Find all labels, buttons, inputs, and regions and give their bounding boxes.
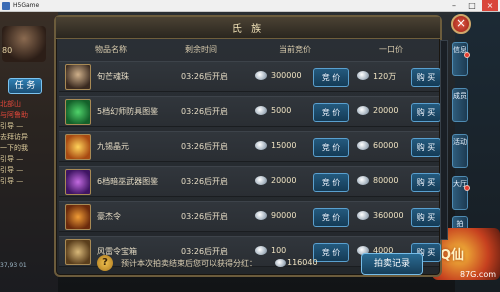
buy-button[interactable]: 购 买 — [411, 103, 441, 122]
silver-coin-icon — [357, 176, 369, 185]
current-bid: 300000 — [271, 71, 302, 80]
quest-entry[interactable]: 引导 — — [0, 166, 44, 175]
window-close-icon[interactable]: × — [482, 0, 498, 11]
clan-auction-dialog: 氏 族 物品名称 剩余时间 当前竞价 一口价 旬芒魂珠 03:26后开启 30000… — [54, 15, 442, 277]
player-level: 80 — [2, 46, 13, 55]
buy-button[interactable]: 购 买 — [411, 68, 441, 87]
table-header: 物品名称 剩余时间 当前竞价 一口价 — [59, 39, 439, 61]
side-tab[interactable]: 大厅 — [452, 176, 468, 210]
header-buyout: 一口价 — [379, 45, 403, 54]
portrait-icon[interactable] — [65, 64, 91, 90]
remaining-time: 03:26后开启 — [181, 142, 229, 151]
site-watermark: 87G.com — [460, 270, 497, 279]
buyout-price: 80000 — [373, 176, 399, 185]
silver-coin-icon — [357, 141, 369, 150]
silver-coin-icon — [255, 141, 267, 150]
crystal-icon[interactable] — [65, 134, 91, 160]
player-avatar[interactable] — [2, 26, 46, 62]
bid-button[interactable]: 竞 价 — [313, 103, 349, 122]
game-window: H5Game – □ × 80 任 务 北部山 与阿鲁助 引导 — 去拜访异 一下的我引… — [0, 0, 500, 292]
task-button[interactable]: 任 务 — [8, 78, 42, 94]
silver-coin-icon — [255, 71, 267, 80]
silver-coin-icon — [357, 71, 369, 80]
quest-entry[interactable]: 一下的我 — [0, 144, 44, 153]
remaining-time: 03:26后开启 — [181, 107, 229, 116]
silver-coin-icon — [255, 176, 267, 185]
maximize-icon[interactable]: □ — [464, 0, 480, 11]
table-row: 豪杰令 03:26后开启 90000 竞 价 360000 购 买 — [59, 201, 441, 232]
quest-entry[interactable]: 引导 — — [0, 155, 44, 164]
bid-button[interactable]: 竞 价 — [313, 138, 349, 157]
auction-records-button[interactable]: 拍卖记录 — [361, 253, 423, 275]
side-tab[interactable]: 活动 — [452, 134, 468, 168]
quest-entry[interactable]: 北部山 — [0, 100, 44, 109]
silver-coin-icon — [357, 106, 369, 115]
window-titlebar: H5Game – □ × — [0, 0, 500, 12]
weapon-book-icon[interactable] — [65, 169, 91, 195]
header-item-name: 物品名称 — [95, 45, 127, 54]
dialog-close-icon[interactable]: × — [451, 14, 471, 34]
item-name: 豪杰令 — [97, 212, 121, 221]
current-bid: 5000 — [271, 106, 292, 115]
armor-book-icon[interactable] — [65, 99, 91, 125]
app-icon — [2, 2, 10, 10]
current-bid: 90000 — [271, 211, 297, 220]
silver-coin-icon — [275, 259, 286, 267]
table-row: 6档暗巫武器图鉴 03:26后开启 20000 竞 价 80000 购 买 — [59, 166, 441, 197]
dialog-header: 氏 族 — [56, 17, 440, 39]
bid-button[interactable]: 竞 价 — [313, 68, 349, 87]
remaining-time: 03:26后开启 — [181, 212, 229, 221]
buy-button[interactable]: 购 买 — [411, 208, 441, 227]
notification-dot — [464, 52, 470, 58]
help-icon[interactable]: ? — [97, 255, 113, 271]
quest-entry[interactable]: 去拜访异 — [0, 133, 44, 142]
dividend-label: 预计本次拍卖结束后您可以获得分红： — [121, 259, 257, 268]
dialog-scrollbar[interactable] — [440, 40, 448, 240]
token-icon[interactable] — [65, 204, 91, 230]
buyout-price: 60000 — [373, 141, 399, 150]
silver-coin-icon — [255, 106, 267, 115]
side-tab[interactable]: 成员 — [452, 88, 468, 122]
silver-coin-icon — [357, 211, 369, 220]
buy-button[interactable]: 购 买 — [411, 138, 441, 157]
left-hud: 80 任 务 北部山 与阿鲁助 引导 — 去拜访异 一下的我 引导 — 引导 — 引导 — 3… — [0, 12, 58, 292]
window-title: H5Game — [13, 2, 40, 9]
dialog-footer: ? 预计本次拍卖结束后您可以获得分红： 116040 拍卖记录 — [59, 252, 439, 276]
table-row: 九锡晶元 03:26后开启 15000 竞 价 60000 购 买 — [59, 131, 441, 162]
side-tab[interactable]: 信息 — [452, 42, 468, 76]
quest-entry[interactable]: 引导 — — [0, 122, 44, 131]
quest-entry[interactable]: 引导 — — [0, 177, 44, 186]
current-bid: 15000 — [271, 141, 297, 150]
silver-coin-icon — [255, 211, 267, 220]
table-row: 旬芒魂珠 03:26后开启 300000 竞 价 120万 购 买 — [59, 61, 441, 92]
buyout-price: 360000 — [373, 211, 404, 220]
buyout-price: 120万 — [373, 72, 397, 81]
item-name: 旬芒魂珠 — [97, 72, 129, 81]
buy-button[interactable]: 购 买 — [411, 173, 441, 192]
notification-dot — [464, 185, 470, 191]
game-logo-text: Q仙 — [440, 248, 465, 263]
quest-entry[interactable]: 与阿鲁助 — [0, 111, 44, 120]
bid-button[interactable]: 竞 价 — [313, 173, 349, 192]
window-controls: – □ × — [446, 0, 498, 12]
header-current-bid: 当前竞价 — [279, 45, 311, 54]
minimize-icon[interactable]: – — [446, 0, 462, 11]
dialog-title: 氏 族 — [231, 24, 265, 35]
item-name: 九锡晶元 — [97, 142, 129, 151]
coords-readout: 37,93 01 — [0, 262, 27, 269]
header-remaining-time: 剩余时间 — [185, 45, 217, 54]
current-bid: 20000 — [271, 176, 297, 185]
item-name: 6档暗巫武器图鉴 — [97, 177, 159, 186]
dividend-value: 116040 — [287, 258, 318, 267]
table-row: 5档幻师防具图鉴 03:26后开启 5000 竞 价 20000 购 买 — [59, 96, 441, 127]
remaining-time: 03:26后开启 — [181, 177, 229, 186]
bid-button[interactable]: 竞 价 — [313, 208, 349, 227]
buyout-price: 20000 — [373, 106, 399, 115]
item-name: 5档幻师防具图鉴 — [97, 107, 159, 116]
remaining-time: 03:26后开启 — [181, 72, 229, 81]
